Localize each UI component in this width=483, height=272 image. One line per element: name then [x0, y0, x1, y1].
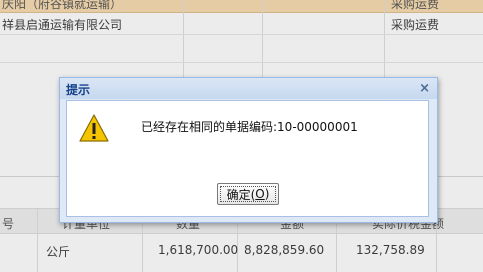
ok-mnemonic: O	[255, 187, 265, 201]
warning-icon	[79, 114, 109, 142]
dialog-title: 提示	[66, 83, 91, 97]
dialog-message: 已经存在相同的单据编码:10-00000001	[141, 120, 358, 134]
dialog-titlebar[interactable]: 提示 ×	[60, 78, 437, 99]
dialog-body: 已经存在相同的单据编码:10-00000001 确定(O)	[66, 100, 429, 217]
ok-suffix: )	[264, 187, 270, 201]
ok-label: 确定(	[226, 187, 256, 202]
close-icon[interactable]: ×	[419, 81, 430, 96]
alert-dialog: 提示 × 已经存在相同的单据编码:10-00000001 确定(O)	[59, 77, 438, 223]
ok-button[interactable]: 确定(O)	[217, 183, 279, 205]
